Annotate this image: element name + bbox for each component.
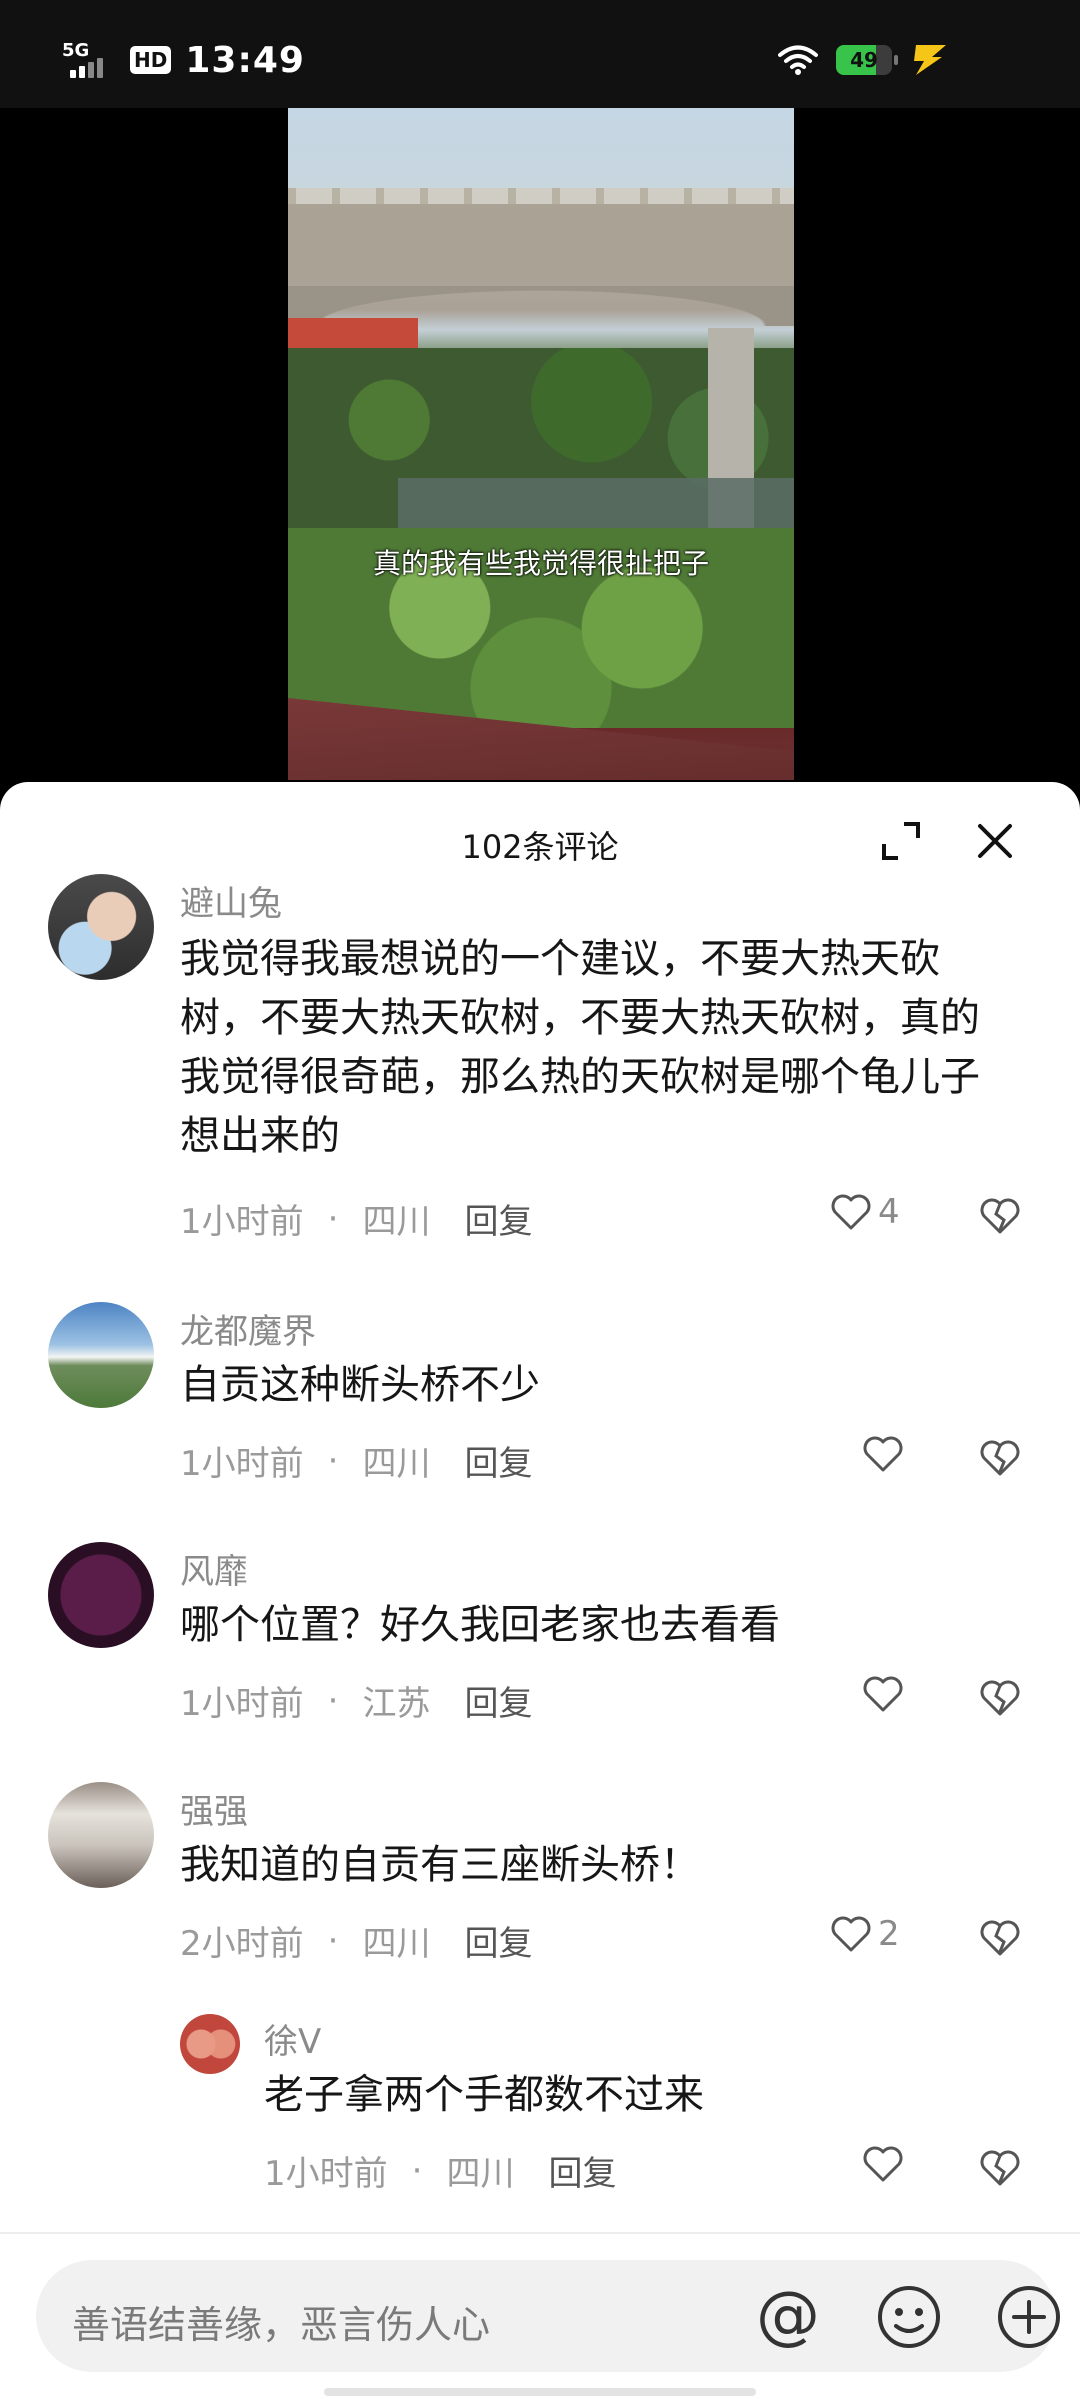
comment-input[interactable]: 善语结善缘，恶言伤人心 @ — [36, 2260, 1060, 2372]
reply-button[interactable]: 回复 — [548, 2146, 616, 2195]
comment-text: 老子拿两个手都数不过来 — [264, 2072, 704, 2118]
like-button[interactable]: 4 — [830, 1192, 900, 1232]
dislike-heart-icon[interactable] — [978, 1194, 1022, 1238]
comment-text: 我觉得我最想说的一个建议，不要大热天砍树，不要大热天砍树，不要大热天砍树，真的我… — [180, 936, 980, 1159]
comment-meta: 1小时前 · 四川 回复 — [180, 1194, 532, 1243]
avatar[interactable] — [48, 1542, 154, 1648]
comment-meta: 1小时前 · 四川 回复 — [264, 2146, 616, 2195]
comment-location: 四川 — [362, 1202, 431, 1242]
comment-username[interactable]: 强强 — [180, 1784, 248, 1833]
comment-location: 四川 — [362, 1924, 431, 1964]
like-count: 2 — [878, 1914, 900, 1954]
at-icon[interactable]: @ — [756, 2284, 820, 2348]
heart-icon — [863, 2146, 903, 2182]
comment-input-placeholder: 善语结善缘，恶言伤人心 — [72, 2303, 491, 2347]
plus-icon[interactable] — [996, 2284, 1062, 2350]
comment-text: 自贡这种断头桥不少 — [180, 1362, 540, 1408]
reply-button[interactable]: 回复 — [464, 1916, 532, 1965]
reply-button[interactable]: 回复 — [464, 1436, 532, 1485]
separator-dot: · — [411, 2150, 423, 2191]
comment-input-bar: 善语结善缘，恶言伤人心 @ — [0, 2232, 1080, 2402]
avatar[interactable] — [48, 1782, 154, 1888]
like-button[interactable] — [862, 2144, 910, 2184]
video-player[interactable]: 真的我有些我觉得很扯把子 — [288, 108, 794, 780]
comment-username[interactable]: 避山兔 — [180, 876, 282, 925]
heart-icon — [831, 1916, 871, 1952]
signal-icon: 5G — [60, 40, 116, 78]
like-button[interactable] — [862, 1434, 910, 1474]
comments-panel: 102条评论 避山兔 我觉得我最想说的一个建议，不要大热天砍树，不要大热天砍树，… — [0, 782, 1080, 2400]
comment-location: 江苏 — [362, 1684, 431, 1724]
comment-time: 1小时前 — [264, 2154, 388, 2194]
comment-username[interactable]: 风靡 — [180, 1544, 248, 1593]
separator-dot: · — [327, 1198, 339, 1239]
comment-time: 1小时前 — [180, 1202, 304, 1242]
battery-level: 49 — [850, 48, 878, 72]
status-bar: 5G HD 13:49 49 — [0, 0, 1080, 108]
avatar[interactable] — [48, 874, 154, 980]
comment-meta: 1小时前 · 四川 回复 — [180, 1436, 532, 1485]
emoji-icon[interactable] — [876, 2284, 942, 2350]
like-button[interactable]: 2 — [830, 1914, 900, 1954]
avatar[interactable] — [48, 1302, 154, 1408]
comment-location: 四川 — [446, 2154, 515, 2194]
separator-dot: · — [327, 1920, 339, 1961]
comment-text: 我知道的自贡有三座断头桥！ — [180, 1842, 700, 1888]
comment-time: 2小时前 — [180, 1924, 304, 1964]
heart-icon — [863, 1676, 903, 1712]
video-subtitle: 真的我有些我觉得很扯把子 — [372, 547, 709, 580]
battery-icon: 49 — [836, 45, 898, 75]
comment-time: 1小时前 — [180, 1684, 304, 1724]
close-icon[interactable] — [972, 818, 1018, 864]
dislike-heart-icon[interactable] — [978, 1676, 1022, 1720]
comments-header: 102条评论 — [0, 782, 1080, 874]
charging-bolt-icon — [914, 45, 946, 75]
comment-username[interactable]: 徐V — [264, 2014, 321, 2063]
heart-icon — [863, 1436, 903, 1472]
bridge-deck — [288, 204, 794, 290]
comment-text: 哪个位置？好久我回老家也去看看 — [180, 1602, 780, 1648]
clock: 13:49 — [185, 39, 305, 81]
network-type: 5G — [62, 40, 90, 61]
status-right: 49 — [778, 38, 950, 82]
dislike-heart-icon[interactable] — [978, 1916, 1022, 1960]
dislike-heart-icon[interactable] — [978, 1436, 1022, 1480]
status-left: 5G HD 13:49 — [60, 36, 305, 84]
reply-button[interactable]: 回复 — [464, 1194, 532, 1243]
hd-badge: HD — [130, 46, 172, 74]
avatar[interactable] — [180, 2014, 240, 2074]
like-button[interactable] — [862, 1674, 910, 1714]
like-count: 4 — [878, 1192, 900, 1232]
comment-meta: 2小时前 · 四川 回复 — [180, 1916, 532, 1965]
comment-location: 四川 — [362, 1444, 431, 1484]
reply-button[interactable]: 回复 — [464, 1676, 532, 1725]
home-indicator[interactable] — [324, 2388, 756, 2396]
comment-time: 1小时前 — [180, 1444, 304, 1484]
separator-dot: · — [327, 1680, 339, 1721]
expand-icon[interactable] — [878, 818, 924, 864]
heart-icon — [831, 1194, 871, 1230]
wifi-icon — [778, 45, 818, 75]
dislike-heart-icon[interactable] — [978, 2146, 1022, 2190]
separator-dot: · — [327, 1440, 339, 1481]
comment-username[interactable]: 龙都魔界 — [180, 1304, 316, 1353]
comment-meta: 1小时前 · 江苏 回复 — [180, 1676, 532, 1725]
